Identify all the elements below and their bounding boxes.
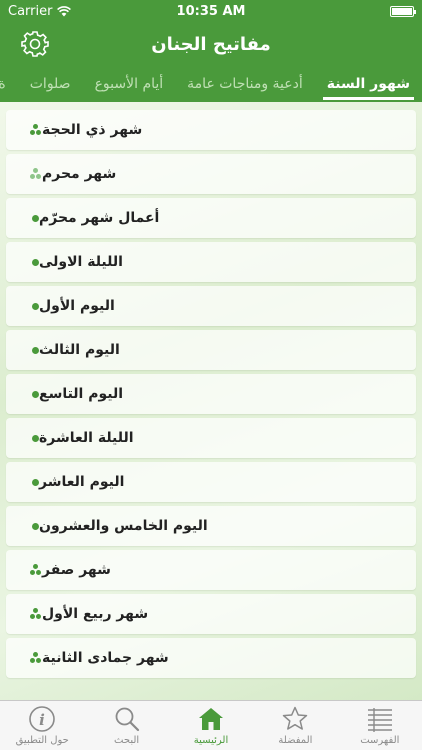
list-item[interactable]: اليوم العاشر: [6, 462, 416, 502]
tabbar-search-label: البحث: [114, 735, 140, 746]
list-item[interactable]: اليوم الأول: [6, 286, 416, 326]
cluster-bullet-icon: [30, 564, 42, 576]
list-item[interactable]: شهر صفر: [6, 550, 416, 590]
tab-prayers[interactable]: صلوات: [18, 66, 83, 102]
cluster-bullet-icon: [30, 608, 42, 620]
dot-bullet-icon: [32, 258, 39, 266]
dot-bullet-icon: [32, 434, 39, 442]
tab-weekdays[interactable]: أيام الأسبوع: [83, 66, 176, 102]
star-icon: [283, 706, 308, 730]
dot-bullet-icon: [32, 302, 39, 310]
list-item-label: شهر ذي الحجة: [42, 122, 143, 138]
gear-icon[interactable]: [20, 29, 50, 59]
list-item[interactable]: أعمال شهر محرّم: [6, 198, 416, 238]
list-item[interactable]: شهر محرم: [6, 154, 416, 194]
home-icon: [199, 708, 224, 730]
list-item[interactable]: اليوم الثالث: [6, 330, 416, 370]
category-tabs: شهور السنة أدعية ومناجات عامة أيام الأسب…: [0, 66, 422, 102]
list-item[interactable]: الليلة الاولى: [6, 242, 416, 282]
page-title: مفاتيح الجنان: [151, 33, 271, 55]
info-icon: i: [29, 706, 56, 732]
list-item-label: اليوم الخامس والعشرون: [39, 518, 208, 534]
tab-months[interactable]: شهور السنة: [315, 66, 422, 102]
tabbar-index[interactable]: الفهرست: [338, 701, 422, 750]
content-list: شهر ذي الحجة شهر محرم أعمال شهر محرّم ال…: [0, 102, 422, 700]
tabbar-search[interactable]: البحث: [84, 701, 168, 750]
cluster-bullet-icon: [30, 168, 42, 180]
tabbar-home-label: الرئيسية: [193, 735, 229, 746]
tabbar-favorites[interactable]: المفضلة: [253, 701, 337, 750]
tabbar-index-label: الفهرست: [360, 735, 400, 746]
list-item-label: أعمال شهر محرّم: [39, 210, 160, 226]
dot-bullet-icon: [32, 346, 39, 354]
list-item[interactable]: شهر ربيع الأول: [6, 594, 416, 634]
list-item-label: شهر جمادى الثانية: [42, 650, 169, 666]
status-left: Carrier: [8, 3, 72, 19]
list-icon: [367, 708, 392, 732]
status-bar: Carrier 10:35 AM: [0, 0, 422, 22]
list-item[interactable]: شهر ذي الحجة: [6, 110, 416, 150]
dot-bullet-icon: [32, 390, 39, 398]
dot-bullet-icon: [32, 522, 39, 530]
dot-bullet-icon: [32, 214, 39, 222]
list-item[interactable]: اليوم التاسع: [6, 374, 416, 414]
list-item-label: الليلة العاشرة: [39, 430, 134, 446]
search-icon: [115, 707, 139, 732]
svg-text:i: i: [39, 711, 45, 729]
cluster-bullet-icon: [30, 652, 42, 664]
tab-partial[interactable]: ة: [0, 66, 18, 102]
carrier-label: Carrier: [8, 3, 53, 19]
tabbar-about-label: حول التطبيق: [15, 735, 69, 746]
wifi-icon: [57, 5, 72, 16]
tabbar-about[interactable]: i حول التطبيق: [0, 701, 84, 750]
battery-icon: [390, 5, 416, 17]
list-item-label: اليوم العاشر: [39, 474, 125, 490]
tabbar-home[interactable]: الرئيسية: [169, 701, 253, 750]
list-item-label: اليوم الأول: [39, 298, 115, 314]
bottom-tab-bar: i حول التطبيق البحث الرئيسية المفضلة الف…: [0, 700, 422, 750]
list-item-label: اليوم الثالث: [39, 342, 120, 358]
list-item[interactable]: اليوم الخامس والعشرون: [6, 506, 416, 546]
dot-bullet-icon: [32, 478, 39, 486]
cluster-bullet-icon: [30, 124, 42, 136]
list-item[interactable]: شهر جمادى الثانية: [6, 638, 416, 678]
tabbar-favorites-label: المفضلة: [278, 735, 313, 746]
list-item-label: شهر ربيع الأول: [42, 606, 149, 622]
list-item-label: شهر صفر: [42, 562, 111, 578]
list-item-label: شهر محرم: [42, 166, 117, 182]
nav-bar: مفاتيح الجنان: [0, 22, 422, 66]
list-item-label: الليلة الاولى: [39, 254, 123, 270]
tab-general-supplications[interactable]: أدعية ومناجات عامة: [175, 66, 315, 102]
list-item[interactable]: الليلة العاشرة: [6, 418, 416, 458]
list-item-label: اليوم التاسع: [39, 386, 124, 402]
tab-row: شهور السنة أدعية ومناجات عامة أيام الأسب…: [0, 66, 422, 102]
